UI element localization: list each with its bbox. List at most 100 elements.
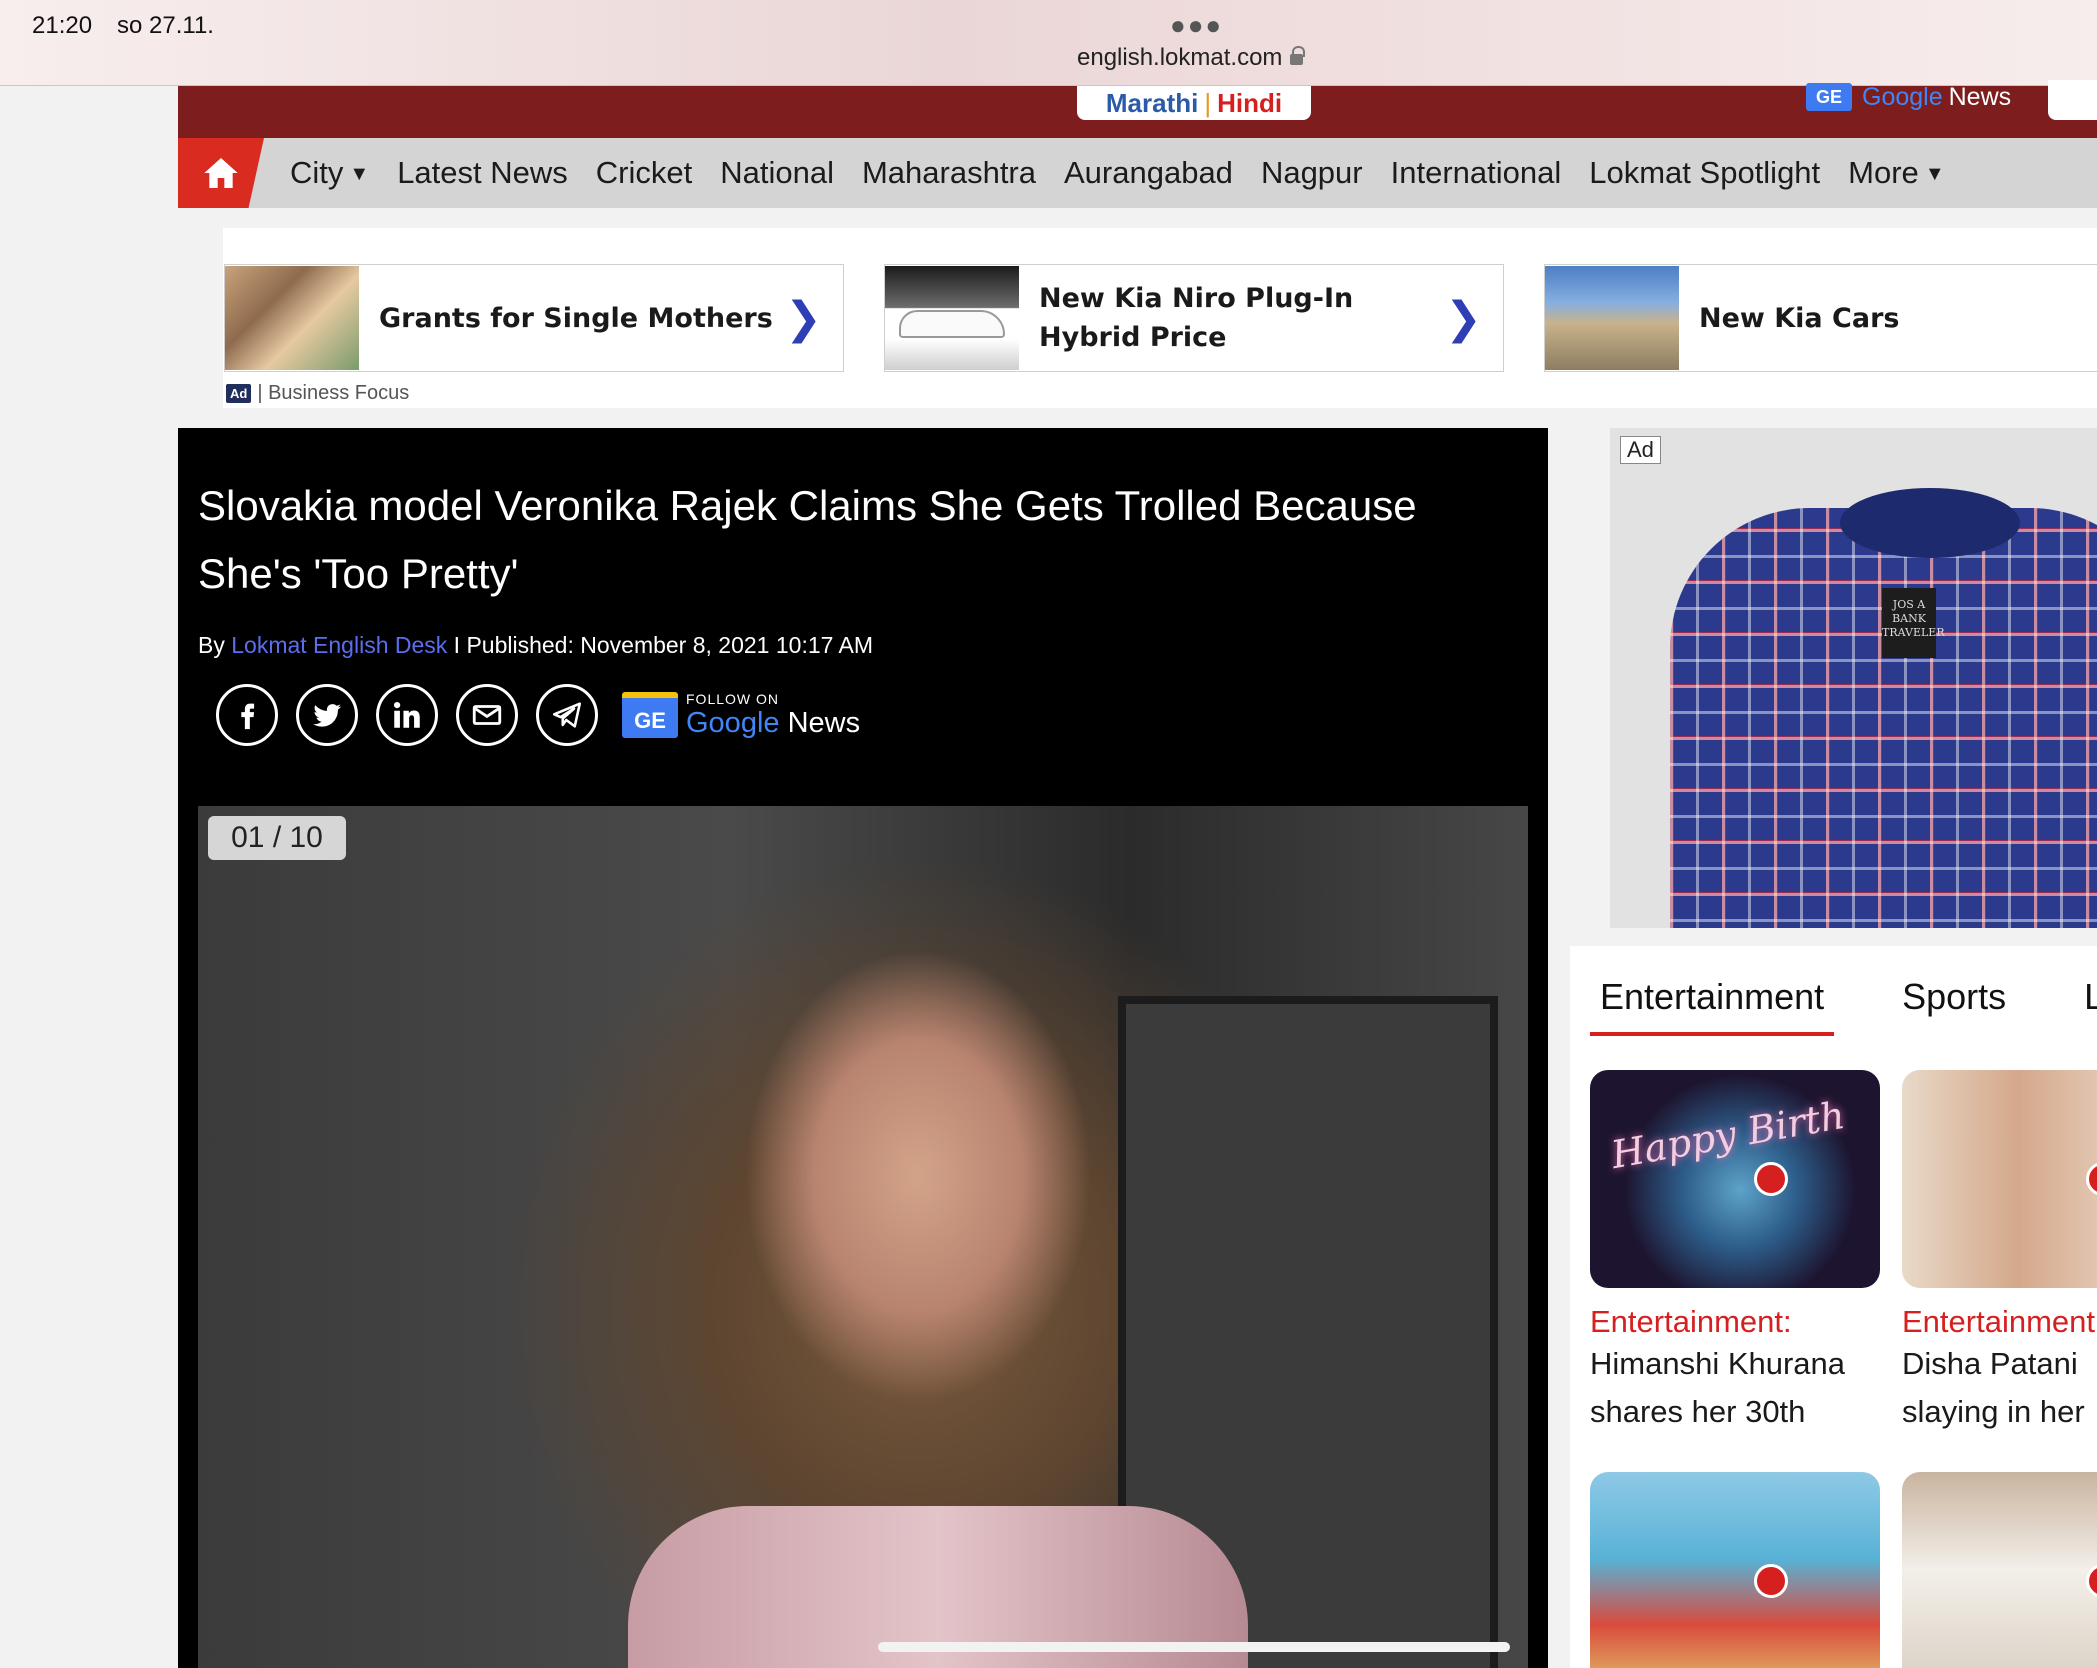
trending-card-title-line: slaying in her [1902,1394,2085,1429]
google-news-icon: GE [622,692,678,738]
trending-section: Entertainment Sports Lifes Happy Birth E… [1570,946,2097,1668]
telegram-share-button[interactable] [536,684,598,746]
main-nav: City ▼ Latest News Cricket National Mahar… [178,138,2097,208]
chevron-down-icon: ▼ [349,163,370,185]
clock: 21:20 [32,12,93,39]
ad-brand-label: JOS A BANK TRAVELER [1882,588,1945,658]
ad-tag: Ad [1620,436,1661,464]
ad-badge: Ad [226,384,252,403]
trending-card[interactable]: Entertainment Disha Patani slaying in he… [1902,1070,2097,1436]
address-bar[interactable]: english.lokmat.com [1077,44,1306,72]
linkedin-icon [393,701,420,728]
trending-card-title-line: Himanshi Khurana [1590,1346,1846,1381]
share-bar: GE FOLLOW ON Google News [216,684,860,746]
home-icon [204,158,238,188]
byline-prefix: By [198,632,232,658]
sponsored-title: Grants for Single Mothers [379,302,773,334]
nav-item-more[interactable]: More ▼ [1848,155,1944,191]
strip-gutter [178,228,223,408]
nav-item-city[interactable]: City ▼ [290,155,369,191]
chevron-down-icon: ▼ [1924,163,1945,185]
trending-card[interactable] [1902,1472,2097,1668]
tab-sports[interactable]: Sports [1892,976,2016,1036]
twitter-icon [313,704,342,727]
nav-item-international[interactable]: International [1391,155,1562,191]
trending-card-title-line: Disha Patani [1902,1346,2078,1381]
follow-google-news-button[interactable]: GE FOLLOW ON Google News [622,691,860,740]
trending-card[interactable] [1590,1472,1880,1668]
header-action-button[interactable] [2048,80,2097,120]
google-news-google: Google [1862,82,1943,111]
facebook-share-button[interactable] [216,684,278,746]
nav-item-cricket[interactable]: Cricket [596,155,692,191]
telegram-icon [552,702,582,728]
trending-card-image: Happy Birth [1590,1070,1880,1288]
ad-source[interactable]: | Business Focus [257,382,409,405]
sponsored-card[interactable]: New Kia Niro Plug-In Hybrid Price ❯ [884,264,1504,372]
lang-marathi-link[interactable]: Marathi [1106,88,1198,118]
nav-item-lokmat-spotlight[interactable]: Lokmat Spotlight [1589,155,1820,191]
display-ad[interactable]: JOS A BANK TRAVELER Ad [1610,428,2097,928]
nav-item-label: City [290,155,344,190]
gallery-photo[interactable]: 01 / 10 [198,806,1528,1668]
home-button[interactable] [178,138,264,208]
tab-entertainment[interactable]: Entertainment [1590,976,1835,1036]
trending-card[interactable]: Happy Birth Entertainment: Himanshi Khur… [1590,1070,1880,1436]
gallery-icon [2086,1564,2097,1598]
gallery-icon [2086,1162,2097,1196]
nav-item-latest-news[interactable]: Latest News [397,155,568,191]
sponsored-thumbnail [225,266,359,370]
chevron-right-icon: ❯ [785,293,822,343]
nav-items: City ▼ Latest News Cricket National Mahar… [290,155,1973,191]
browser-status-bar: 21:20 so 27.11. ●●● english.lokmat.com [0,0,2097,86]
google-news-news: News [1948,82,2012,111]
google-news-label: Google News [686,707,860,740]
nav-item-aurangabad[interactable]: Aurangabad [1064,155,1233,191]
lock-icon [1290,46,1306,65]
article-byline: By Lokmat English Desk I Published: Nove… [198,632,873,659]
google-news-icon: GE [1806,83,1852,111]
lang-separator: | [1204,88,1212,118]
ad-shirt-image [1670,508,2097,928]
sponsored-card[interactable]: New Kia Cars [1544,264,2097,372]
sponsored-card[interactable]: Grants for Single Mothers ❯ [224,264,844,372]
neon-sign-text: Happy Birth [1607,1092,1849,1178]
publish-date: I Published: November 8, 2021 10:17 AM [447,632,874,658]
gallery-icon [1754,1564,1788,1598]
news-label: News [779,706,861,739]
date: so 27.11. [117,12,214,39]
page: 21:20 so 27.11. ●●● english.lokmat.com M… [0,0,2097,1668]
author-link[interactable]: Lokmat English Desk [231,632,447,658]
nav-item-maharashtra[interactable]: Maharashtra [862,155,1036,191]
article: Slovakia model Veronika Rajek Claims She… [178,428,1548,1668]
sponsored-thumbnail [1545,266,1679,370]
sponsored-thumbnail [885,266,1019,370]
google-news-header-link[interactable]: GE Google News [1806,80,2011,114]
trending-tabs: Entertainment Sports Lifes [1590,976,2097,1036]
linkedin-share-button[interactable] [376,684,438,746]
ad-shirt-collar [1840,488,2020,558]
sponsored-title: New Kia Niro Plug-In Hybrid Price [1039,283,1354,353]
multitasking-dots-icon[interactable]: ●●● [1170,10,1223,41]
article-headline: Slovakia model Veronika Rajek Claims She… [198,482,1417,597]
sponsored-strip: Grants for Single Mothers ❯ New Kia Niro… [178,228,2097,408]
scroll-indicator[interactable] [878,1642,1510,1652]
ad-attribution: Ad | Business Focus [226,382,409,405]
tab-lifestyle[interactable]: Lifes [2074,976,2097,1036]
email-share-button[interactable] [456,684,518,746]
follow-text: FOLLOW ON Google News [686,691,860,740]
trending-card-image [1902,1070,2097,1288]
trending-card-title-line: shares her 30th [1590,1394,1806,1429]
trending-card-image [1902,1472,2097,1668]
nav-item-nagpur[interactable]: Nagpur [1261,155,1363,191]
chevron-right-icon: ❯ [1445,293,1482,343]
sponsored-title: New Kia Cars [1699,302,1900,334]
url-text: english.lokmat.com [1077,44,1283,71]
car-image [899,310,1005,338]
nav-item-national[interactable]: National [720,155,834,191]
gallery-icon [1754,1162,1788,1196]
lang-hindi-link[interactable]: Hindi [1217,88,1282,118]
gallery-counter: 01 / 10 [208,816,346,860]
twitter-share-button[interactable] [296,684,358,746]
trending-card-image [1590,1472,1880,1668]
